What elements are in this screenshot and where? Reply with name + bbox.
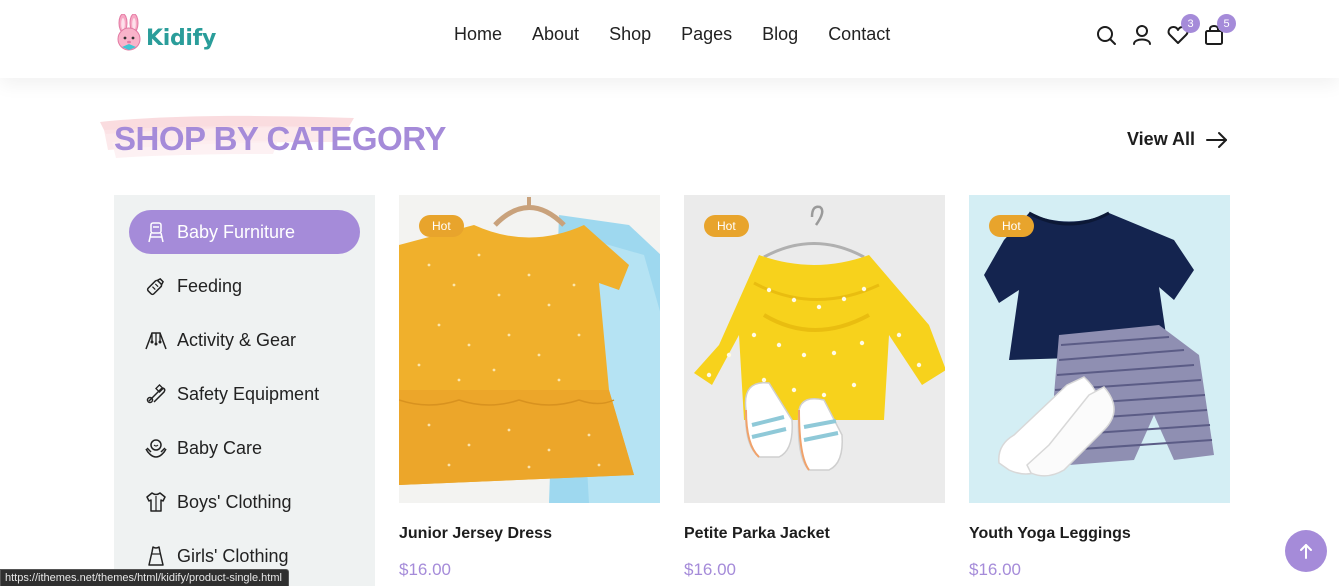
feeding-bottle-icon	[144, 274, 168, 298]
hot-badge: Hot	[419, 215, 464, 237]
category-label: Boys' Clothing	[177, 491, 292, 512]
yellow-dress-photo	[399, 195, 660, 503]
dress-icon	[144, 544, 168, 568]
nav-about[interactable]: About	[532, 24, 579, 45]
arrow-up-icon	[1300, 544, 1312, 559]
category-feeding[interactable]: Feeding	[129, 264, 360, 308]
nav-blog[interactable]: Blog	[762, 24, 798, 45]
site-header: Kidify Home About Shop Pages Blog Contac…	[0, 0, 1339, 78]
product-price: $16.00	[969, 560, 1021, 579]
product-image[interactable]: Hot	[684, 195, 945, 503]
section-title: SHOP BY CATEGORY	[114, 120, 446, 157]
nav-home[interactable]: Home	[454, 24, 502, 45]
product-name[interactable]: Junior Jersey Dress	[399, 525, 552, 543]
category-label: Safety Equipment	[177, 383, 320, 404]
nav-contact[interactable]: Contact	[828, 24, 890, 45]
navy-outfit-photo	[969, 195, 1230, 503]
category-label: Feeding	[177, 275, 243, 296]
safety-pin-icon	[144, 382, 168, 406]
logo[interactable]: Kidify	[113, 14, 216, 52]
nav-pages[interactable]: Pages	[681, 24, 732, 45]
arrow-right-icon	[1206, 131, 1228, 148]
category-label: Girls' Clothing	[177, 545, 289, 566]
category-baby-care[interactable]: Baby Care	[129, 426, 360, 470]
cart-count-badge: 5	[1217, 14, 1236, 33]
user-icon[interactable]	[1130, 22, 1154, 48]
category-safety-equipment[interactable]: Safety Equipment	[129, 372, 360, 416]
main-nav: Home About Shop Pages Blog Contact	[454, 24, 890, 45]
category-label: Baby Furniture	[177, 221, 296, 242]
logo-text: Kidify	[146, 25, 216, 51]
product-name[interactable]: Petite Parka Jacket	[684, 525, 830, 543]
category-label: Activity & Gear	[177, 329, 297, 350]
hot-badge: Hot	[704, 215, 749, 237]
view-all-link[interactable]: View All	[1127, 129, 1229, 150]
category-label: Baby Care	[177, 437, 263, 458]
product-card[interactable]: Hot Youth Yoga Leggings $16.00	[969, 195, 1230, 579]
view-all-label: View All	[1127, 129, 1196, 149]
product-card[interactable]: Hot Petite Parka Jacket $16.00	[684, 195, 945, 579]
search-icon[interactable]	[1095, 22, 1119, 48]
activity-gym-icon	[144, 328, 168, 352]
category-sidebar: Baby Furniture Feeding Activity & Gear S…	[114, 195, 375, 586]
product-price: $16.00	[684, 560, 736, 579]
product-price: $16.00	[399, 560, 451, 579]
nav-shop[interactable]: Shop	[609, 24, 651, 45]
baby-care-icon	[144, 436, 168, 460]
category-activity-gear[interactable]: Activity & Gear	[129, 318, 360, 362]
product-card[interactable]: Hot Junior Jersey Dress $16.00	[399, 195, 660, 579]
shirt-icon	[144, 490, 168, 514]
yellow-sweater-photo	[684, 195, 945, 503]
hot-badge: Hot	[989, 215, 1034, 237]
browser-status-url: https://ithemes.net/themes/html/kidify/p…	[0, 569, 289, 586]
category-boys-clothing[interactable]: Boys' Clothing	[129, 480, 360, 524]
product-image[interactable]: Hot	[969, 195, 1230, 503]
high-chair-icon	[144, 220, 168, 244]
product-name[interactable]: Youth Yoga Leggings	[969, 525, 1131, 543]
scroll-to-top-button[interactable]	[1285, 530, 1327, 572]
wishlist-count-badge: 3	[1181, 14, 1200, 33]
category-baby-furniture[interactable]: Baby Furniture	[129, 210, 360, 254]
bunny-logo-icon	[117, 14, 141, 51]
product-image[interactable]: Hot	[399, 195, 660, 503]
